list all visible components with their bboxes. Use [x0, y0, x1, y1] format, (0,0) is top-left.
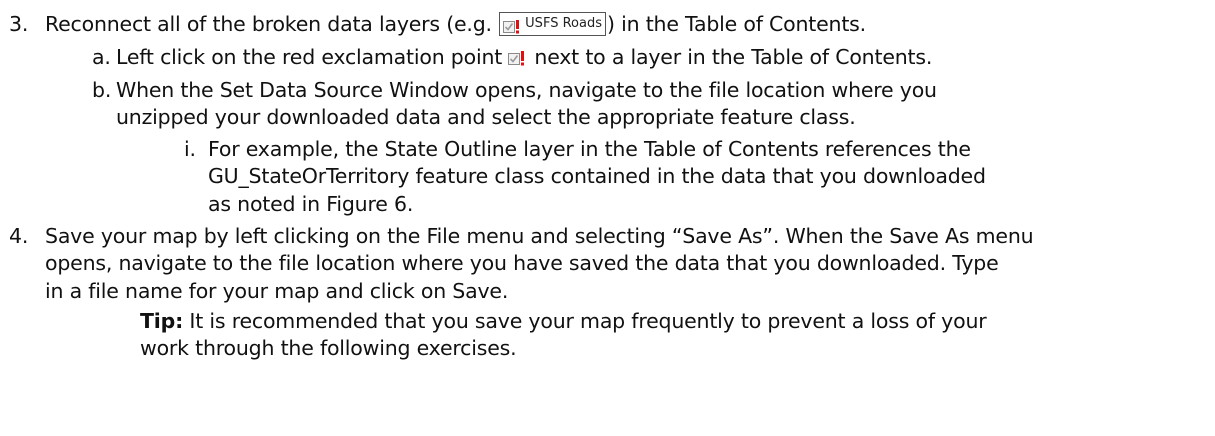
step-3b-text-2: unzipped your downloaded data and select… [116, 105, 856, 129]
step-4-line-3: in a file name for your map and click on… [45, 277, 508, 305]
tip-line-1: Tip: It is recommended that you save you… [140, 307, 987, 335]
step-3bi-text-1: For example, the State Outline layer in … [208, 137, 971, 161]
step-3-number: 3. [9, 12, 29, 36]
step-4-text-1: Save your map by left clicking on the Fi… [45, 224, 1034, 248]
toc-layer-sample: USFS Roads [499, 12, 606, 36]
step-4-text-3: in a file name for your map and click on… [45, 279, 509, 303]
step-3a-marker: a. [92, 45, 111, 69]
step-4-text-2: opens, navigate to the file location whe… [45, 251, 999, 275]
step-3bi-line-1: i. For example, the State Outline layer i… [184, 135, 971, 163]
step-3bi-text-3: as noted in Figure 6. [208, 192, 414, 216]
tip-text-2: work through the following exercises. [140, 336, 517, 360]
step-3b-line-1: b. When the Set Data Source Window opens,… [92, 76, 937, 104]
step-3-text-before: Reconnect all of the broken data layers … [45, 12, 499, 36]
page: { "step3": { "number": "3.", "text_befor… [0, 0, 1215, 436]
step-3b-line-2: unzipped your downloaded data and select… [116, 103, 856, 131]
step-4-line-2: opens, navigate to the file location whe… [45, 249, 999, 277]
step-3bi-line-2: GU_StateOrTerritory feature class contai… [208, 162, 986, 190]
step-4-number: 4. [9, 224, 29, 248]
red-exclamation-icon [508, 51, 526, 66]
step-3a-text-before: Left click on the red exclamation point [116, 45, 503, 69]
tip-label: Tip: [140, 309, 184, 333]
tip-text-1: It is recommended that you save your map… [183, 309, 987, 333]
step-4-line-1: 4. Save your map by left clicking on the … [9, 222, 1034, 250]
step-3-line: 3. Reconnect all of the broken data layer… [9, 10, 866, 38]
broken-data-source-icon [503, 17, 521, 34]
toc-layer-label: USFS Roads [525, 16, 602, 31]
step-3bi-marker: i. [184, 137, 196, 161]
tip-line-2: work through the following exercises. [140, 334, 517, 362]
step-3b-text-1: When the Set Data Source Window opens, n… [116, 78, 937, 102]
step-3bi-text-2: GU_StateOrTerritory feature class contai… [208, 164, 986, 188]
step-3a-text-after: next to a layer in the Table of Contents… [528, 45, 933, 69]
step-3-text-after: ) in the Table of Contents. [606, 12, 866, 36]
step-3a-line: a. Left click on the red exclamation poin… [92, 43, 932, 71]
step-3bi-line-3: as noted in Figure 6. [208, 190, 413, 218]
step-3b-marker: b. [92, 78, 112, 102]
